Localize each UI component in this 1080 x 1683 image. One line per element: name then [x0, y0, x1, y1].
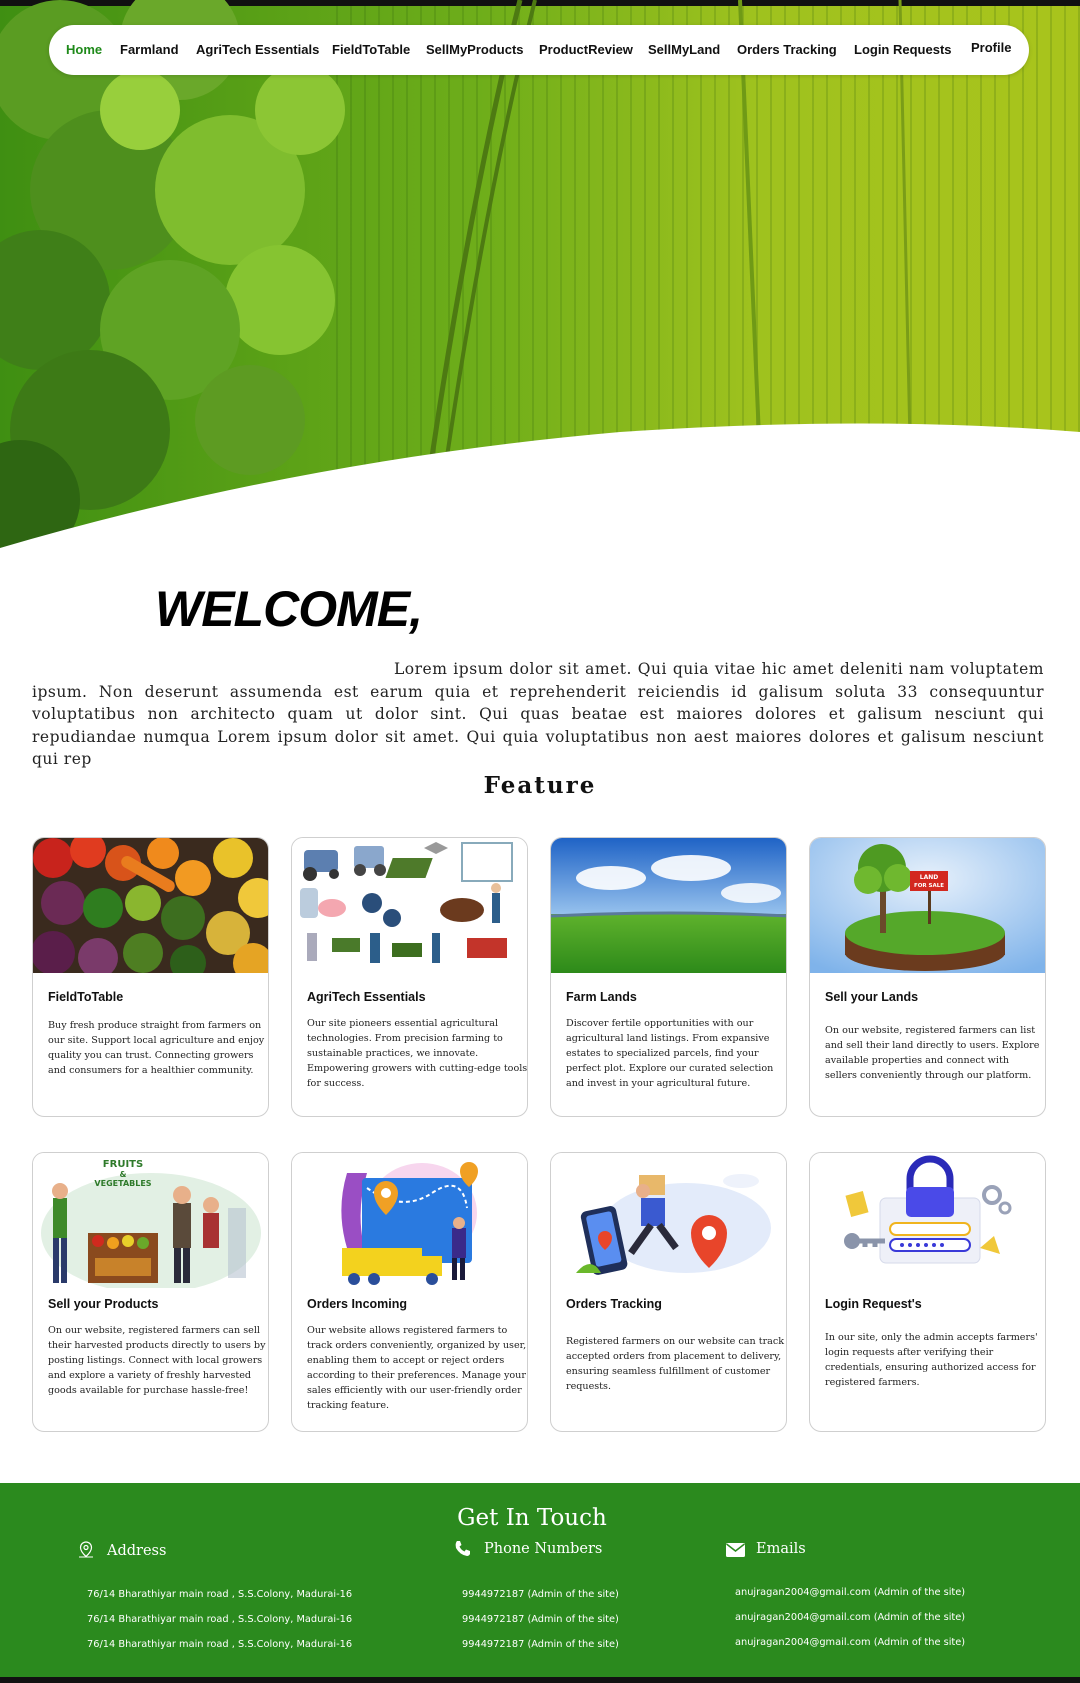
agritech-illustration — [292, 838, 527, 973]
delivery-map-illustration — [292, 1153, 527, 1288]
feature-card-sell-your-lands[interactable]: LAND FOR SALE Sell your Lands On our web… — [809, 837, 1046, 1117]
stall-sign-line1: FRUITS — [103, 1159, 143, 1170]
land-for-sale-image: LAND FOR SALE — [810, 838, 1045, 973]
email-line: anujragan2004@gmail.com (Admin of the si… — [735, 1637, 966, 1648]
address-line: 76/14 Bharathiyar main road , S.S.Colony… — [87, 1614, 353, 1625]
nav-profile[interactable]: Profile — [971, 23, 1011, 73]
emails-heading: Emails — [756, 1541, 806, 1557]
farmland-aerial-image — [0, 0, 1080, 560]
card-title: Sell your Lands — [825, 990, 919, 1004]
nav-productreview[interactable]: ProductReview — [539, 25, 633, 75]
phone-icon — [454, 1540, 471, 1561]
welcome-text: Lorem ipsum dolor sit amet. Qui quia vit… — [32, 660, 1044, 768]
feature-card-login-requests[interactable]: Login Request's In our site, only the ad… — [809, 1152, 1046, 1432]
land-sign-line1: LAND — [920, 874, 938, 881]
card-title: Orders Incoming — [307, 1297, 408, 1311]
market-stall-illustration: FRUITS & VEGETABLES — [33, 1153, 268, 1288]
nav-sellmyproducts[interactable]: SellMyProducts — [426, 25, 524, 75]
feature-card-orders-tracking[interactable]: Orders Tracking Registered farmers on ou… — [550, 1152, 787, 1432]
hero-banner: Home Farmland AgriTech Essentials FieldT… — [0, 0, 1080, 560]
card-description: In our site, only the admin accepts farm… — [825, 1332, 1038, 1388]
card-title: Farm Lands — [566, 990, 637, 1004]
card-title: FieldToTable — [48, 990, 124, 1004]
bottom-edge — [0, 1677, 1080, 1683]
feature-card-orders-incoming[interactable]: Orders Incoming Our website allows regis… — [291, 1152, 528, 1432]
address-line: 76/14 Bharathiyar main road , S.S.Colony… — [87, 1639, 353, 1650]
address-line: 76/14 Bharathiyar main road , S.S.Colony… — [87, 1589, 353, 1600]
card-description: Buy fresh produce straight from farmers … — [48, 1020, 265, 1076]
card-title: Sell your Products — [48, 1297, 159, 1311]
card-description: Our website allows registered farmers to… — [307, 1325, 527, 1411]
welcome-heading: WELCOME, — [155, 581, 423, 637]
footer: Get In Touch Address 76/14 Bharathiyar m… — [0, 1483, 1080, 1683]
nav-sellmyland[interactable]: SellMyLand — [648, 25, 720, 75]
card-description: On our website, registered farmers can l… — [825, 1025, 1040, 1081]
feature-card-fieldtotable[interactable]: FieldToTable Buy fresh produce straight … — [32, 837, 269, 1117]
stall-sign-line3: VEGETABLES — [94, 1179, 151, 1188]
card-description: Our site pioneers essential agricultural… — [307, 1018, 528, 1089]
land-sign-line2: FOR SALE — [914, 883, 944, 889]
card-description: On our website, registered farmers can s… — [48, 1325, 266, 1396]
vegetables-image — [33, 838, 268, 973]
email-line: anujragan2004@gmail.com (Admin of the si… — [735, 1587, 966, 1598]
stall-sign-line2: & — [120, 1170, 127, 1179]
main-nav: Home Farmland AgriTech Essentials FieldT… — [49, 25, 1029, 75]
phone-heading: Phone Numbers — [484, 1541, 603, 1557]
feature-title: Feature — [483, 772, 597, 799]
feature-card-farm-lands[interactable]: Farm Lands Discover fertile opportunitie… — [550, 837, 787, 1117]
card-description: Registered farmers on our website can tr… — [566, 1336, 785, 1392]
email-line: anujragan2004@gmail.com (Admin of the si… — [735, 1612, 966, 1623]
phone-line: 9944972187 (Admin of the site) — [462, 1639, 619, 1650]
envelope-icon — [726, 1542, 745, 1561]
get-in-touch-title: Get In Touch — [457, 1505, 607, 1531]
nav-fieldtotable[interactable]: FieldToTable — [332, 25, 410, 75]
phone-line: 9944972187 (Admin of the site) — [462, 1614, 619, 1625]
nav-login-requests[interactable]: Login Requests — [854, 25, 952, 75]
card-title: Orders Tracking — [566, 1297, 662, 1311]
nav-home[interactable]: Home — [66, 25, 102, 75]
nav-farmland[interactable]: Farmland — [120, 25, 179, 75]
address-heading: Address — [107, 1543, 167, 1559]
phone-line: 9944972187 (Admin of the site) — [462, 1589, 619, 1600]
card-description: Discover fertile opportunities with our … — [566, 1018, 774, 1089]
feature-card-sell-your-products[interactable]: FRUITS & VEGETABLES Sell your Products O… — [32, 1152, 269, 1432]
feature-card-agritech-essentials[interactable]: AgriTech Essentials Our site pioneers es… — [291, 837, 528, 1117]
courier-tracking-illustration — [551, 1153, 786, 1288]
card-title: Login Request's — [825, 1297, 922, 1311]
card-title: AgriTech Essentials — [307, 990, 426, 1004]
nav-agritech-essentials[interactable]: AgriTech Essentials — [196, 25, 319, 75]
location-pin-icon — [78, 1541, 94, 1563]
nav-orders-tracking[interactable]: Orders Tracking — [737, 25, 837, 75]
padlock-login-illustration — [810, 1153, 1045, 1288]
green-field-image — [551, 838, 786, 973]
